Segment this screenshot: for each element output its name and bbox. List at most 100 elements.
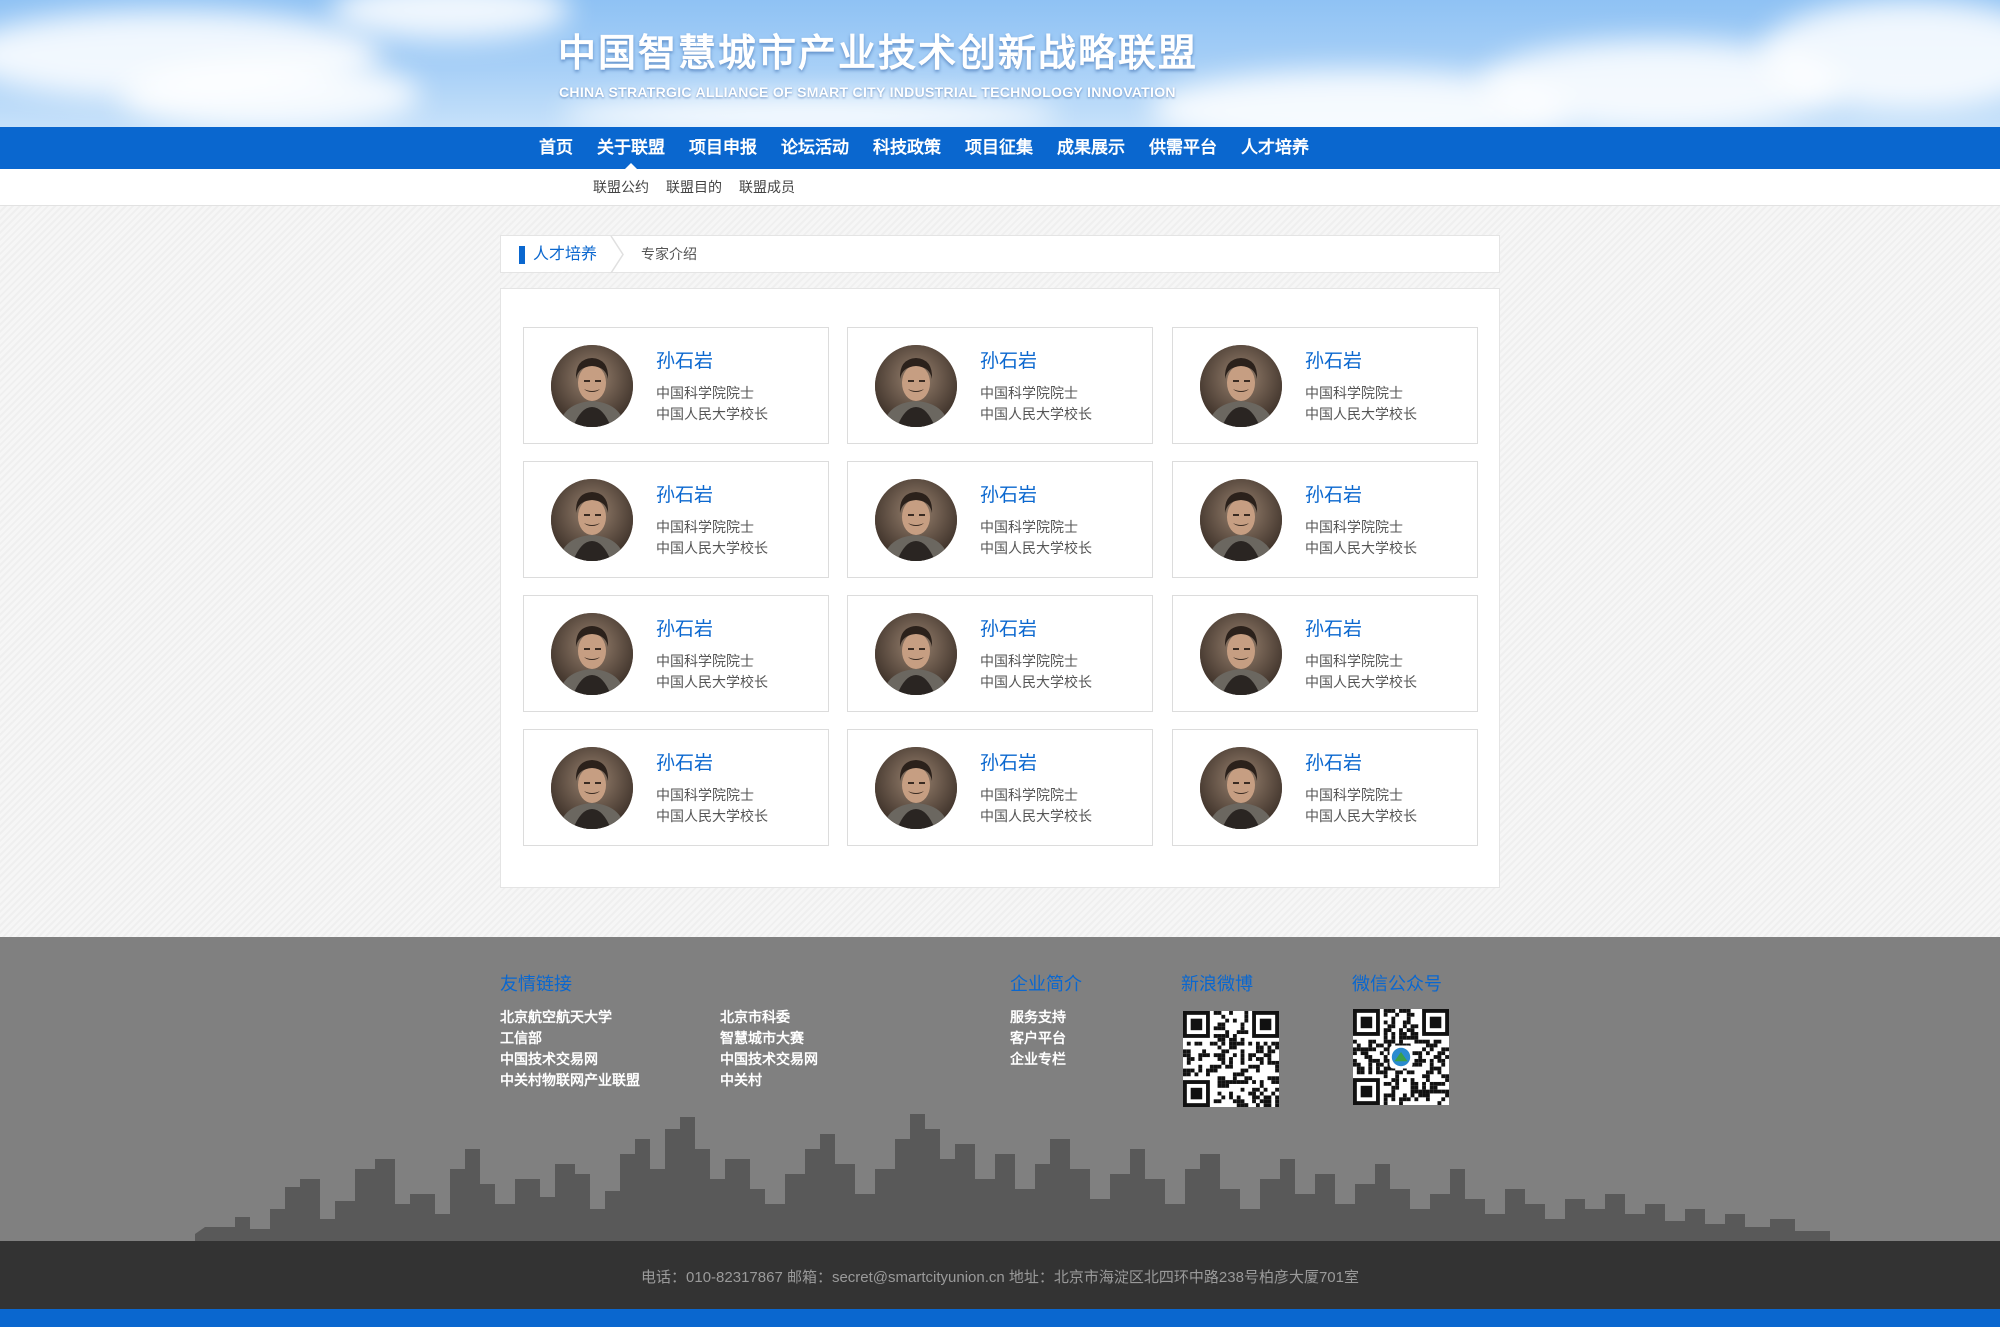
breadcrumb: 人才培养 专家介绍: [500, 235, 1500, 273]
subnav-item-members[interactable]: 联盟成员: [739, 169, 795, 205]
expert-position: 中国人民大学校长: [656, 540, 768, 556]
expert-card[interactable]: 孙石岩中国科学院院士 中国人民大学校长: [1172, 729, 1478, 846]
friend-link[interactable]: 工信部: [500, 1028, 542, 1048]
expert-title: 中国科学院院士: [980, 787, 1078, 803]
expert-name[interactable]: 孙石岩: [980, 346, 1037, 373]
expert-title: 中国科学院院士: [656, 385, 754, 401]
friend-link[interactable]: 北京航空航天大学: [500, 1007, 612, 1027]
nav-item-talent[interactable]: 人才培养: [1229, 127, 1321, 169]
expert-position: 中国人民大学校长: [980, 406, 1092, 422]
expert-position: 中国人民大学校长: [1305, 674, 1417, 690]
expert-position: 中国人民大学校长: [656, 406, 768, 422]
company-link[interactable]: 客户平台: [1010, 1028, 1066, 1048]
city-skyline-decoration: [195, 1114, 1830, 1241]
expert-position: 中国人民大学校长: [980, 674, 1092, 690]
breadcrumb-page: 专家介绍: [641, 246, 697, 262]
expert-position: 中国人民大学校长: [656, 808, 768, 824]
expert-title: 中国科学院院士: [656, 519, 754, 535]
expert-card[interactable]: 孙石岩中国科学院院士 中国人民大学校长: [847, 595, 1153, 712]
friend-links-title: 友情链接: [500, 974, 572, 994]
breadcrumb-marker: [519, 246, 525, 264]
company-title: 企业简介: [1010, 974, 1082, 994]
expert-card[interactable]: 孙石岩 中国科学院院士 中国人民大学校长: [847, 729, 1153, 846]
expert-card[interactable]: 孙石岩中国科学院院士 中国人民大学校长: [847, 327, 1153, 444]
wechat-title: 微信公众号: [1352, 974, 1442, 994]
sub-nav: 联盟公约 联盟目的 联盟成员: [0, 169, 2000, 206]
friend-link[interactable]: 北京市科委: [720, 1007, 790, 1027]
expert-name[interactable]: 孙石岩: [1305, 480, 1362, 507]
friend-link[interactable]: 中国技术交易网: [500, 1049, 598, 1069]
site-subtitle: CHINA STRATRGIC ALLIANCE OF SMART CITY I…: [559, 84, 1176, 100]
expert-name[interactable]: 孙石岩: [980, 614, 1037, 641]
weibo-title: 新浪微博: [1181, 974, 1253, 994]
expert-name[interactable]: 孙石岩: [980, 480, 1037, 507]
site-title: 中国智慧城市产业技术创新战略联盟: [558, 33, 1199, 75]
qr-code-icon: [1183, 1011, 1279, 1107]
friend-link[interactable]: 中关村: [720, 1070, 762, 1090]
expert-name[interactable]: 孙石岩: [656, 480, 713, 507]
nav-item-home[interactable]: 首页: [527, 127, 585, 169]
expert-name[interactable]: 孙石岩: [656, 614, 713, 641]
company-link[interactable]: 企业专栏: [1010, 1049, 1066, 1069]
expert-card[interactable]: 孙石岩 中国科学院院士 中国人民大学校长: [1172, 595, 1478, 712]
nav-item-achievements[interactable]: 成果展示: [1045, 127, 1137, 169]
expert-card[interactable]: 孙石岩 中国科学院院士 中国人民大学校长: [847, 461, 1153, 578]
chevron-right-icon: [610, 236, 624, 273]
expert-title: 中国科学院院士: [1305, 385, 1403, 401]
site-header: 中国智慧城市产业技术创新战略联盟 CHINA STRATRGIC ALLIANC…: [0, 0, 2000, 127]
friend-link[interactable]: 中关村物联网产业联盟: [500, 1070, 640, 1090]
expert-title: 中国科学院院士: [656, 787, 754, 803]
subnav-item-purpose[interactable]: 联盟目的: [666, 169, 722, 205]
friend-link[interactable]: 智慧城市大赛: [720, 1028, 804, 1048]
expert-card[interactable]: 孙石岩中国科学院院士 中国人民大学校长: [523, 595, 829, 712]
expert-avatar: [1200, 479, 1282, 561]
expert-card[interactable]: 孙石岩中国科学院院士 中国人民大学校长: [1172, 327, 1478, 444]
expert-title: 中国科学院院士: [1305, 519, 1403, 535]
nav-item-project-apply[interactable]: 项目申报: [677, 127, 769, 169]
expert-panel: 孙石岩 中国科学院院士 中国人民大学校长 孙石岩 中国科学院院士 中国人民大学校长 孙石岩中…: [500, 288, 1500, 888]
expert-position: 中国人民大学校长: [1305, 406, 1417, 422]
expert-name[interactable]: 孙石岩: [1305, 614, 1362, 641]
expert-card[interactable]: 孙石岩中国科学院院士 中国人民大学校长: [523, 327, 829, 444]
expert-avatar: [551, 479, 633, 561]
expert-avatar: [875, 613, 957, 695]
expert-avatar: [875, 345, 957, 427]
subnav-item-charter[interactable]: 联盟公约: [593, 169, 649, 205]
expert-card[interactable]: 孙石岩中国科学院院士 中国人民大学校长: [1172, 461, 1478, 578]
expert-name[interactable]: 孙石岩: [1305, 346, 1362, 373]
footer: 友情链接 北京航空航天大学 工信部 中国技术交易网 中关村物联网产业联盟 北京市…: [0, 937, 2000, 1241]
expert-title: 中国科学院院士: [980, 653, 1078, 669]
company-link[interactable]: 服务支持: [1010, 1007, 1066, 1027]
nav-item-supply-demand[interactable]: 供需平台: [1137, 127, 1229, 169]
main-nav: 首页 关于联盟 项目申报 论坛活动 科技政策 项目征集 成果展示 供需平台 人才…: [0, 127, 2000, 170]
nav-item-about[interactable]: 关于联盟: [585, 127, 677, 170]
qr-code-icon: [1353, 1009, 1449, 1105]
expert-name[interactable]: 孙石岩: [980, 748, 1037, 775]
expert-avatar: [551, 345, 633, 427]
friend-link[interactable]: 中国技术交易网: [720, 1049, 818, 1069]
expert-name[interactable]: 孙石岩: [656, 346, 713, 373]
expert-avatar: [551, 747, 633, 829]
expert-position: 中国人民大学校长: [656, 674, 768, 690]
breadcrumb-section[interactable]: 人才培养: [533, 236, 597, 273]
expert-avatar: [875, 479, 957, 561]
nav-item-project-collect[interactable]: 项目征集: [953, 127, 1045, 169]
expert-avatar: [1200, 747, 1282, 829]
expert-avatar: [875, 747, 957, 829]
expert-title: 中国科学院院士: [656, 653, 754, 669]
expert-avatar: [1200, 613, 1282, 695]
expert-position: 中国人民大学校长: [1305, 540, 1417, 556]
expert-title: 中国科学院院士: [1305, 787, 1403, 803]
nav-item-policy[interactable]: 科技政策: [861, 127, 953, 169]
expert-title: 中国科学院院士: [980, 519, 1078, 535]
expert-card[interactable]: 孙石岩中国科学院院士 中国人民大学校长: [523, 729, 829, 846]
expert-card[interactable]: 孙石岩中国科学院院士 中国人民大学校长: [523, 461, 829, 578]
expert-avatar: [551, 613, 633, 695]
expert-title: 中国科学院院士: [980, 385, 1078, 401]
expert-name[interactable]: 孙石岩: [1305, 748, 1362, 775]
expert-avatar: [1200, 345, 1282, 427]
expert-position: 中国人民大学校长: [1305, 808, 1417, 824]
contact-info: 电话：010-82317867 邮箱：secret@smartcityunion…: [641, 1269, 1359, 1286]
nav-item-forum[interactable]: 论坛活动: [769, 127, 861, 169]
expert-name[interactable]: 孙石岩: [656, 748, 713, 775]
